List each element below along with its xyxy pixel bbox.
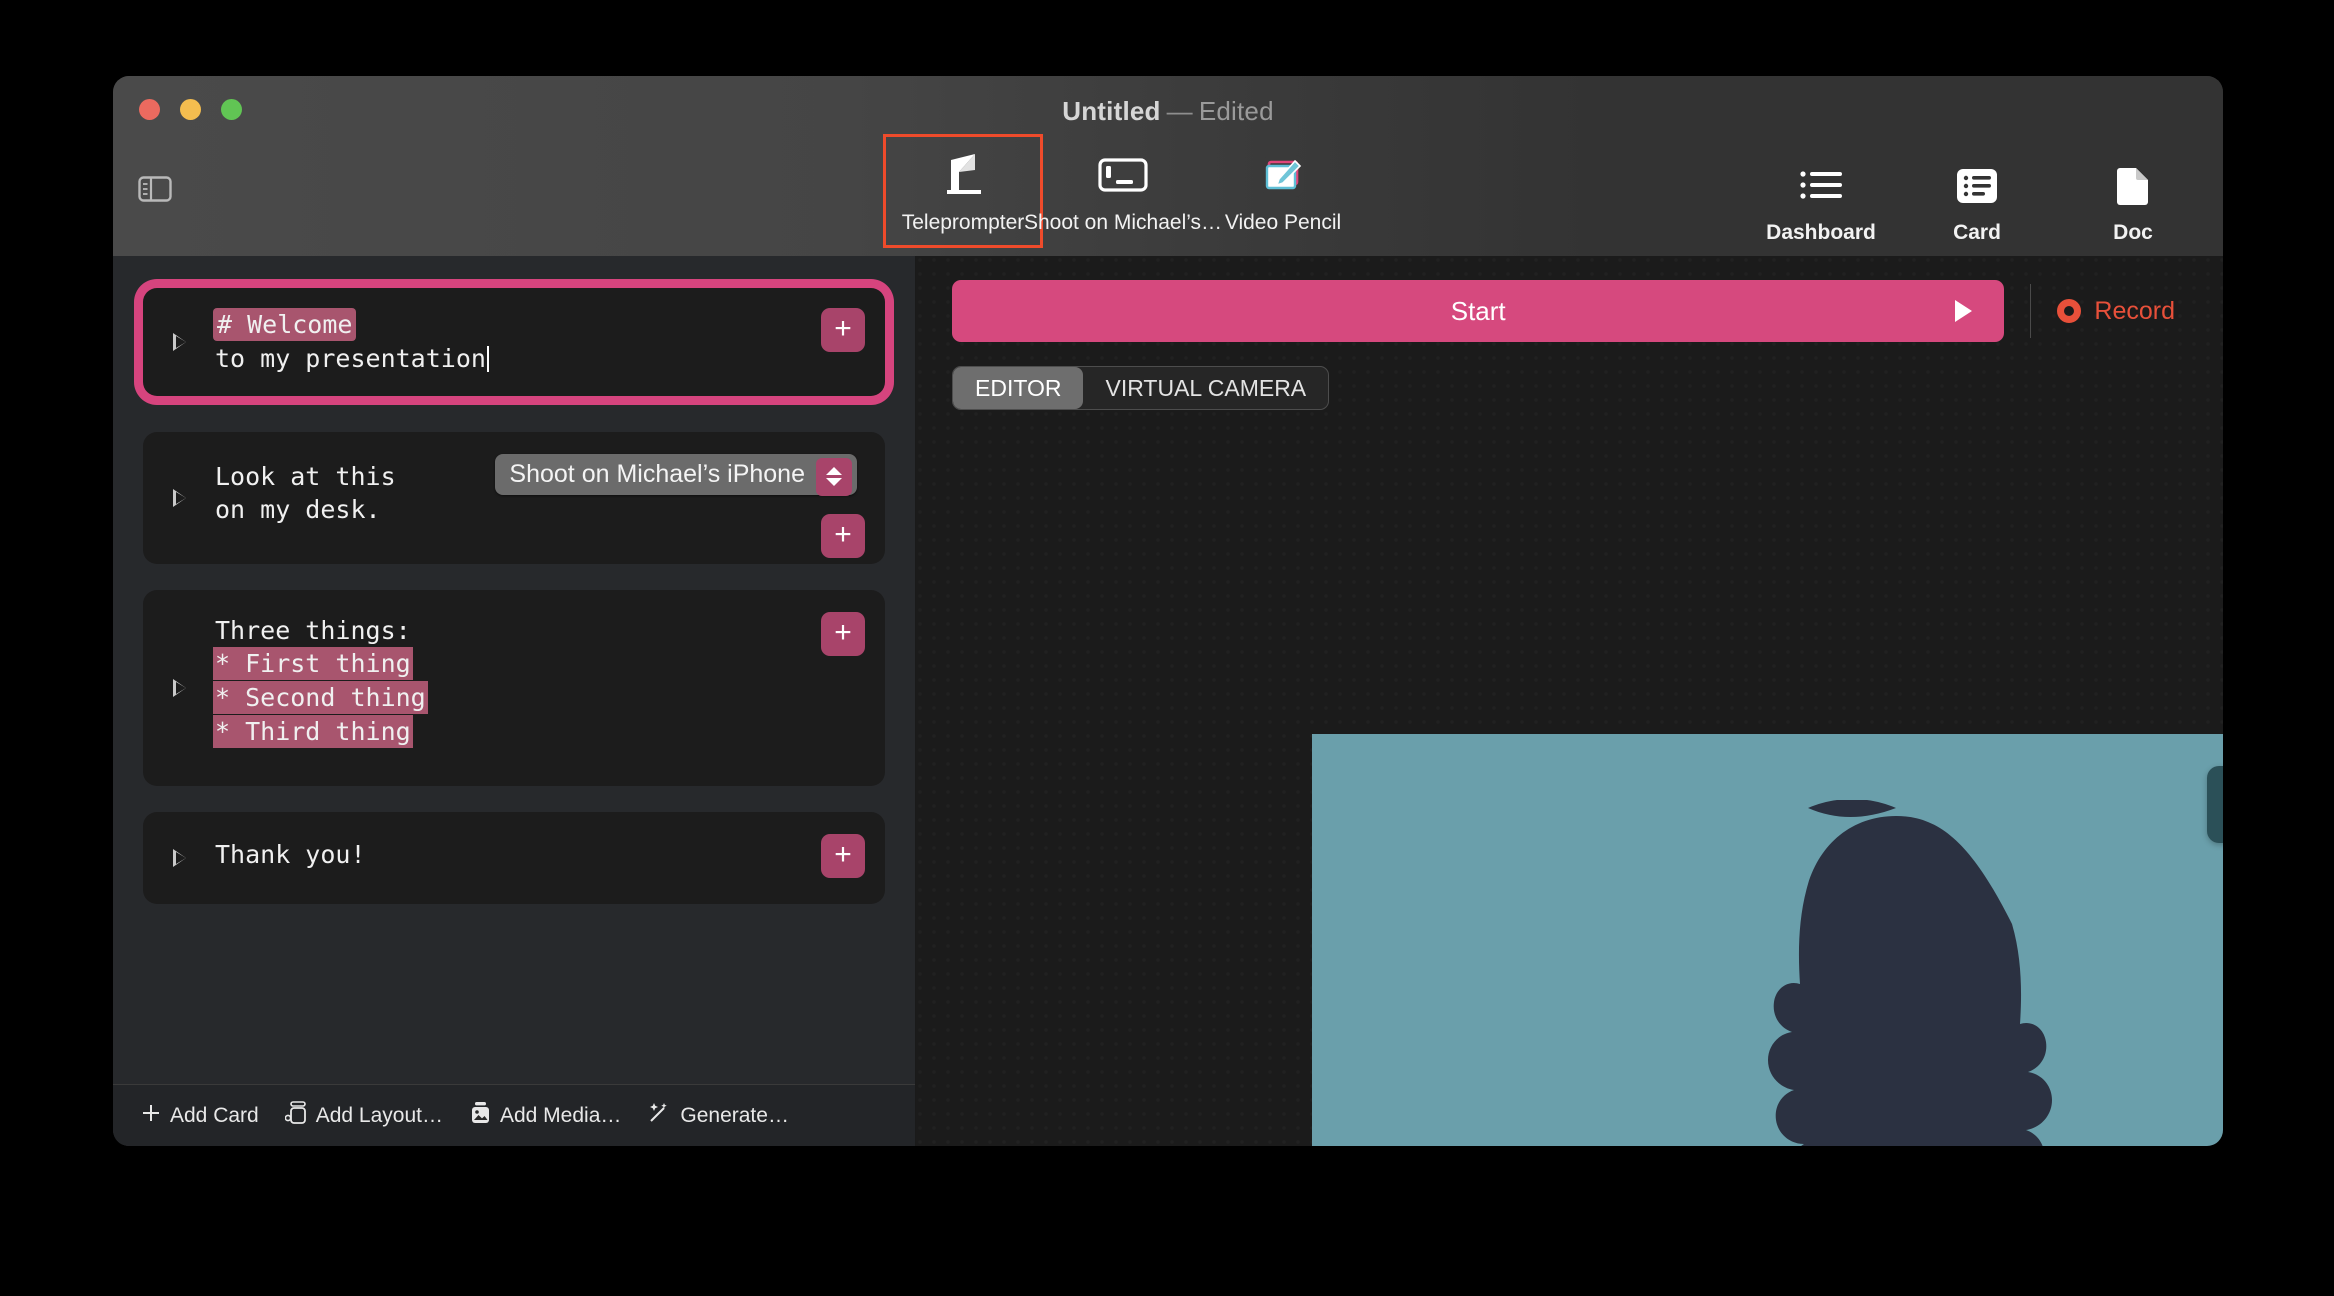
card-text[interactable]: # Welcome to my presentation [213, 308, 861, 376]
transport-row: Start Record [952, 280, 2187, 342]
media-icon [469, 1101, 491, 1131]
toolbar-item-teleprompter[interactable]: Teleprompter [883, 134, 1043, 248]
card-add-button[interactable]: + [821, 513, 865, 558]
play-card-icon[interactable] [173, 848, 186, 867]
presenter-silhouette [1768, 800, 2052, 1146]
slide-layout-chip[interactable]: Slide Layout Title [2206, 766, 2223, 843]
toolbar-item-label: Card [1953, 221, 2001, 244]
play-icon [1955, 300, 1973, 322]
card-welcome[interactable]: # Welcome to my presentation + [143, 288, 885, 396]
tab-editor[interactable]: EDITOR [953, 367, 1084, 409]
list-bullets-icon [1799, 159, 1843, 213]
card-bullet: * Third thing [213, 714, 413, 748]
card-bullet: * First thing [213, 647, 413, 681]
document-icon [2116, 159, 2150, 213]
toolbar-item-label: Doc [2113, 221, 2153, 244]
card-body-line: Thank you! [215, 839, 366, 869]
start-button[interactable]: Start [952, 280, 2005, 342]
transport-divider [2030, 284, 2032, 338]
document-name: Untitled [1062, 96, 1161, 126]
card-look-at-this[interactable]: Look at this on my desk. Shoot on Michael… [143, 431, 885, 564]
view-mode-segmented-control[interactable]: EDITOR VIRTUAL CAMERA [952, 366, 1330, 410]
toolbar-center-group: Teleprompter Shoot on Michael’s… Video P… [883, 134, 1363, 248]
footer-button-label: Generate… [680, 1103, 789, 1127]
add-media-button[interactable]: Add Media… [463, 1098, 627, 1134]
toolbar-item-dashboard[interactable]: Dashboard [1761, 144, 1881, 258]
card-add-button[interactable]: + [821, 611, 865, 656]
toolbar-item-card[interactable]: Card [1917, 144, 2037, 258]
external-display-icon [1097, 149, 1149, 203]
card-text[interactable]: Thank you! [215, 838, 861, 872]
window-titlebar: Untitled — Edited Teleprompter Shoot on … [113, 76, 2223, 256]
chevron-down-icon [826, 478, 842, 486]
play-card-icon[interactable] [173, 488, 186, 507]
text-caret [486, 345, 489, 372]
slide-preview[interactable]: Welcome Slide Layout Title [1312, 734, 2223, 1146]
card-heading-line: Three things: [215, 615, 411, 645]
card-body-line: Look at this [215, 461, 396, 491]
record-dot-icon [2057, 299, 2082, 323]
shoot-target-popup[interactable]: Shoot on Michael’s iPhone [495, 453, 857, 496]
card-three-things[interactable]: Three things: * First thing * Second thing… [143, 589, 885, 786]
toolbar-right-group: Dashboard Card Doc [1761, 144, 2193, 258]
popup-value: Shoot on Michael’s iPhone [509, 459, 805, 488]
card-body-line: on my desk. [215, 495, 381, 525]
sidebar-toggle-icon[interactable] [138, 176, 172, 202]
play-card-icon[interactable] [173, 678, 186, 697]
footer-button-label: Add Media… [499, 1103, 622, 1127]
sidebar-footer-toolbar: Add Card Add Layout… Add Media… Generate… [113, 1084, 915, 1146]
add-card-button[interactable]: Add Card [135, 1100, 265, 1132]
layout-icon [284, 1100, 307, 1131]
card-bullet: * Second thing [213, 681, 428, 714]
start-button-label: Start [1450, 295, 1506, 326]
document-title: Untitled — Edited [113, 96, 2223, 127]
app-window: Untitled — Edited Teleprompter Shoot on … [113, 76, 2223, 1146]
chevron-up-icon [826, 467, 842, 475]
toolbar-item-label: Video Pencil [1224, 211, 1342, 234]
footer-button-label: Add Layout… [315, 1103, 443, 1127]
card-body-line: to my presentation [215, 343, 486, 373]
plus-icon [141, 1103, 161, 1129]
sparkle-wand-icon [647, 1101, 671, 1131]
main-panel: Start Record EDITOR VIRTUAL CAMERA Wel [916, 256, 2223, 1146]
teleprompter-icon [937, 149, 989, 203]
tab-virtual-camera[interactable]: VIRTUAL CAMERA [1083, 367, 1328, 409]
toolbar-item-video-pencil[interactable]: Video Pencil [1203, 134, 1363, 248]
toolbar-item-doc[interactable]: Doc [2073, 144, 2193, 258]
script-sidebar: # Welcome to my presentation + Look at th… [113, 256, 916, 1146]
toolbar-item-shoot-on-iphone[interactable]: Shoot on Michael’s… [1024, 134, 1222, 248]
generate-button[interactable]: Generate… [641, 1098, 795, 1134]
toolbar-item-label: Shoot on Michael’s… [1023, 211, 1223, 234]
toolbar-item-label: Dashboard [1766, 221, 1876, 244]
window-body: # Welcome to my presentation + Look at th… [113, 256, 2223, 1146]
title-dash: — [1166, 96, 1193, 126]
add-layout-button[interactable]: Add Layout… [279, 1098, 449, 1134]
card-thank-you[interactable]: Thank you! + [143, 811, 885, 904]
card-list: # Welcome to my presentation + Look at th… [113, 256, 915, 1084]
card-list-icon [1956, 159, 1998, 213]
popup-stepper-icon[interactable] [816, 457, 852, 496]
record-button[interactable]: Record [2057, 297, 2187, 326]
video-pencil-icon [1259, 149, 1307, 203]
toolbar-item-label: Teleprompter [901, 211, 1025, 234]
record-button-label: Record [2094, 296, 2175, 325]
play-card-icon[interactable] [173, 332, 186, 351]
card-add-button[interactable]: + [821, 833, 865, 878]
document-edit-state: Edited [1198, 96, 1274, 126]
card-add-button[interactable]: + [821, 308, 865, 352]
card-text[interactable]: Three things: * First thing * Second thing… [213, 614, 861, 749]
footer-button-label: Add Card [170, 1103, 259, 1127]
card-heading-mark: # Welcome [213, 308, 357, 341]
